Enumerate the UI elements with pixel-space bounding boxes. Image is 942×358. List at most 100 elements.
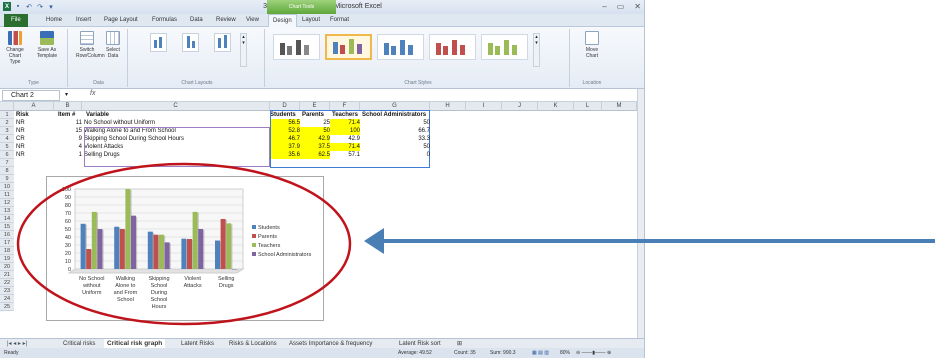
zoom-level[interactable]: 80% bbox=[560, 348, 570, 358]
style-thumb-5[interactable] bbox=[481, 34, 528, 60]
header-variable[interactable]: Variable bbox=[86, 111, 109, 119]
column-header[interactable]: K bbox=[538, 102, 574, 111]
table-cell[interactable]: Walking Alone to and From School bbox=[84, 127, 176, 135]
table-cell[interactable]: 0 bbox=[360, 151, 430, 159]
header-item[interactable]: Item # bbox=[58, 111, 75, 119]
row-header[interactable]: 23 bbox=[0, 287, 14, 295]
header-risk[interactable]: Risk bbox=[16, 111, 29, 119]
layout-thumb-3[interactable] bbox=[214, 33, 231, 52]
table-cell[interactable]: 57.1 bbox=[330, 151, 360, 159]
table-cell[interactable]: 15 bbox=[54, 127, 82, 135]
tab-file[interactable]: File bbox=[4, 14, 28, 27]
style-thumb-3[interactable] bbox=[377, 34, 424, 60]
move-chart-button[interactable]: Move Chart bbox=[581, 31, 603, 59]
row-header[interactable]: 3 bbox=[0, 127, 14, 135]
row-header[interactable]: 20 bbox=[0, 263, 14, 271]
save-as-template-button[interactable]: Save As Template bbox=[36, 31, 58, 59]
table-cell[interactable]: No School without Uniform bbox=[84, 119, 155, 127]
row-header[interactable]: 16 bbox=[0, 231, 14, 239]
table-cell[interactable]: 71.4 bbox=[330, 119, 360, 127]
table-cell[interactable]: 42.9 bbox=[330, 135, 360, 143]
style-thumb-2[interactable] bbox=[325, 34, 372, 60]
table-cell[interactable]: 52.8 bbox=[271, 127, 300, 135]
table-cell[interactable]: 37.5 bbox=[300, 143, 330, 151]
tab-layout[interactable]: Layout bbox=[302, 17, 320, 23]
row-header[interactable]: 15 bbox=[0, 223, 14, 231]
layout-thumb-2[interactable] bbox=[182, 33, 199, 52]
styles-scroll[interactable]: ▴ ▾ bbox=[533, 33, 540, 67]
tab-formulas[interactable]: Formulas bbox=[152, 17, 177, 23]
table-cell[interactable]: Skipping School During School Hours bbox=[84, 135, 184, 143]
table-cell[interactable]: NR bbox=[16, 151, 25, 159]
row-header[interactable]: 6 bbox=[0, 151, 14, 159]
table-cell[interactable]: NR bbox=[16, 143, 25, 151]
table-cell[interactable]: 56.5 bbox=[271, 119, 300, 127]
table-cell[interactable]: 50 bbox=[360, 119, 430, 127]
table-cell[interactable]: 25 bbox=[300, 119, 330, 127]
tab-insert[interactable]: Insert bbox=[76, 17, 91, 23]
table-cell[interactable]: 62.5 bbox=[300, 151, 330, 159]
row-header[interactable]: 17 bbox=[0, 239, 14, 247]
row-header[interactable]: 11 bbox=[0, 191, 14, 199]
row-header[interactable]: 10 bbox=[0, 183, 14, 191]
table-cell[interactable]: 71.4 bbox=[330, 143, 360, 151]
table-cell[interactable]: 66.7 bbox=[360, 127, 430, 135]
name-box[interactable]: Chart 2 bbox=[2, 90, 60, 101]
column-header[interactable]: C bbox=[82, 102, 270, 111]
minimize-icon[interactable]: – bbox=[602, 2, 606, 11]
select-all-corner[interactable] bbox=[0, 102, 14, 111]
row-header[interactable]: 18 bbox=[0, 247, 14, 255]
tab-data[interactable]: Data bbox=[190, 17, 203, 23]
column-header[interactable]: M bbox=[602, 102, 637, 111]
row-header[interactable]: 24 bbox=[0, 295, 14, 303]
tab-review[interactable]: Review bbox=[216, 17, 236, 23]
column-header[interactable]: A bbox=[14, 102, 54, 111]
table-cell[interactable]: Selling Drugs bbox=[84, 151, 120, 159]
table-cell[interactable]: 33.3 bbox=[360, 135, 430, 143]
column-header[interactable]: J bbox=[502, 102, 538, 111]
column-header[interactable]: L bbox=[574, 102, 602, 111]
tab-home[interactable]: Home bbox=[46, 17, 62, 23]
row-header[interactable]: 22 bbox=[0, 279, 14, 287]
column-header[interactable]: H bbox=[430, 102, 466, 111]
row-header[interactable]: 13 bbox=[0, 207, 14, 215]
tab-design[interactable]: Design bbox=[268, 14, 297, 28]
vertical-scrollbar[interactable] bbox=[637, 89, 644, 348]
table-cell[interactable]: 50 bbox=[300, 127, 330, 135]
row-header[interactable]: 25 bbox=[0, 303, 14, 311]
row-header[interactable]: 19 bbox=[0, 255, 14, 263]
row-header[interactable]: 21 bbox=[0, 271, 14, 279]
style-thumb-4[interactable] bbox=[429, 34, 476, 60]
table-cell[interactable]: 11 bbox=[54, 119, 82, 127]
row-header[interactable]: 4 bbox=[0, 135, 14, 143]
view-buttons-icon[interactable]: ▦ ▤ ▥ bbox=[532, 348, 549, 358]
table-cell[interactable]: 42.9 bbox=[300, 135, 330, 143]
close-icon[interactable]: ✕ bbox=[634, 2, 641, 11]
name-box-dropdown-icon[interactable]: ▾ bbox=[65, 91, 68, 98]
row-header[interactable]: 12 bbox=[0, 199, 14, 207]
switch-row-column-button[interactable]: Switch Row/Column bbox=[76, 31, 105, 59]
layout-thumb-1[interactable] bbox=[150, 33, 167, 52]
style-thumb-1[interactable] bbox=[273, 34, 320, 60]
fx-icon[interactable]: fx bbox=[90, 90, 95, 97]
row-header[interactable]: 5 bbox=[0, 143, 14, 151]
table-cell[interactable]: 1 bbox=[54, 151, 82, 159]
tab-format[interactable]: Format bbox=[330, 17, 349, 23]
layouts-scroll[interactable]: ▴ ▾ bbox=[240, 33, 247, 67]
table-cell[interactable]: 35.6 bbox=[271, 151, 300, 159]
row-header[interactable]: 14 bbox=[0, 215, 14, 223]
table-cell[interactable]: CR bbox=[16, 135, 25, 143]
chart-object[interactable]: 0 10 20 30 40 50 60 70 80 90 100 No School without Un… bbox=[46, 176, 324, 321]
table-cell[interactable]: 4 bbox=[54, 143, 82, 151]
column-header[interactable]: B bbox=[54, 102, 82, 111]
table-cell[interactable]: 100 bbox=[330, 127, 360, 135]
table-cell[interactable]: 50 bbox=[360, 143, 430, 151]
table-cell[interactable]: Violent Attacks bbox=[84, 143, 123, 151]
row-header[interactable]: 2 bbox=[0, 119, 14, 127]
column-header[interactable]: I bbox=[466, 102, 502, 111]
table-cell[interactable]: 46.7 bbox=[271, 135, 300, 143]
table-cell[interactable]: 9 bbox=[54, 135, 82, 143]
zoom-slider[interactable]: ⊖ ───▮─── ⊕ bbox=[576, 348, 611, 358]
row-header[interactable]: 9 bbox=[0, 175, 14, 183]
tab-page-layout[interactable]: Page Layout bbox=[104, 17, 138, 23]
